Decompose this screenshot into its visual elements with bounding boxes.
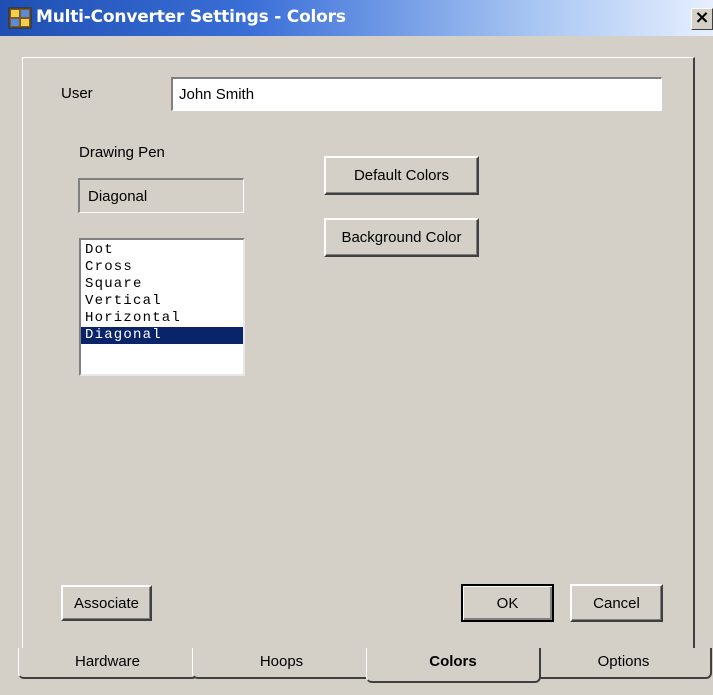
default-colors-button[interactable]: Default Colors bbox=[324, 156, 479, 195]
drawing-pen-label: Drawing Pen bbox=[79, 144, 165, 161]
associate-button[interactable]: Associate bbox=[61, 585, 152, 621]
tab-colors[interactable]: Colors bbox=[366, 648, 541, 683]
cancel-button[interactable]: Cancel bbox=[570, 584, 663, 622]
list-item[interactable]: Dot bbox=[81, 242, 243, 259]
window-title: Multi-Converter Settings - Colors bbox=[36, 7, 346, 27]
background-color-button[interactable]: Background Color bbox=[324, 218, 479, 257]
list-item[interactable]: Square bbox=[81, 276, 243, 293]
app-grid-icon bbox=[8, 6, 32, 30]
tab-options[interactable]: Options bbox=[536, 648, 712, 679]
tab-hoops[interactable]: Hoops bbox=[192, 648, 372, 679]
list-item[interactable]: Horizontal bbox=[81, 310, 243, 327]
tab-hardware[interactable]: Hardware bbox=[18, 648, 198, 679]
list-item-selected[interactable]: Diagonal bbox=[81, 327, 243, 344]
list-item[interactable]: Vertical bbox=[81, 293, 243, 310]
title-bar[interactable]: Multi-Converter Settings - Colors × bbox=[0, 0, 713, 36]
user-input[interactable] bbox=[171, 77, 662, 111]
close-button[interactable]: × bbox=[691, 8, 713, 30]
drawing-pen-listbox[interactable]: Dot Cross Square Vertical Horizontal Dia… bbox=[79, 238, 245, 376]
ok-button[interactable]: OK bbox=[461, 584, 554, 622]
list-item[interactable]: Cross bbox=[81, 259, 243, 276]
settings-window: Multi-Converter Settings - Colors × User… bbox=[0, 0, 713, 695]
close-icon: × bbox=[694, 7, 710, 28]
drawing-pen-current: Diagonal bbox=[78, 178, 244, 213]
user-label: User bbox=[61, 85, 93, 102]
tab-strip: Hardware Hoops Colors Options bbox=[0, 648, 713, 688]
